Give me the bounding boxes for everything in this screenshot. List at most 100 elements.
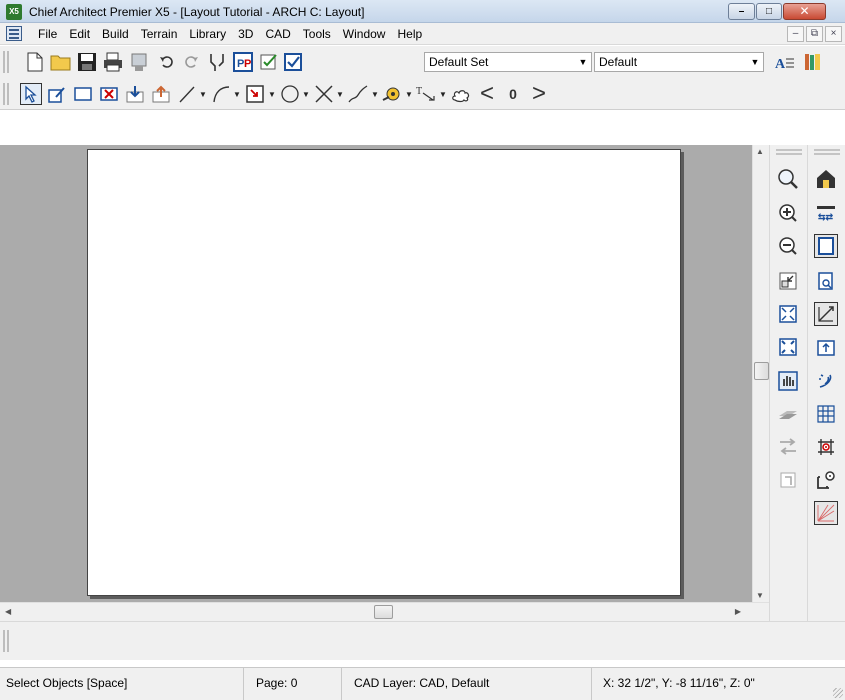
text-icon[interactable]: T — [415, 83, 437, 105]
swap-icon[interactable] — [776, 435, 800, 459]
layout-page[interactable] — [87, 149, 681, 596]
zoom-icon[interactable] — [776, 167, 800, 191]
menu-build[interactable]: Build — [96, 27, 135, 41]
new-icon[interactable] — [24, 51, 46, 73]
scroll-up-icon[interactable]: ▲ — [756, 147, 764, 156]
zoom-in-icon[interactable] — [776, 201, 800, 225]
vertical-scrollbar[interactable]: ▲ ▼ — [752, 145, 769, 602]
toolbar-grip[interactable] — [3, 630, 9, 652]
chevron-down-icon[interactable]: ▼ — [302, 90, 310, 99]
plan-check-icon[interactable] — [258, 51, 280, 73]
line-icon[interactable] — [176, 83, 198, 105]
save-icon[interactable] — [76, 51, 98, 73]
checkbox-icon[interactable] — [282, 51, 304, 73]
undo-icon[interactable] — [156, 51, 178, 73]
chevron-down-icon[interactable]: ▼ — [268, 90, 276, 99]
cad-box-icon[interactable] — [244, 83, 266, 105]
3d-view-icon[interactable] — [814, 167, 838, 191]
layer-icon[interactable] — [776, 402, 800, 426]
angle-snap-icon[interactable] — [814, 501, 838, 525]
zoom-out-icon[interactable] — [776, 234, 800, 258]
horizontal-scroll-thumb[interactable] — [374, 605, 393, 619]
library-icon[interactable] — [802, 51, 824, 73]
document-menu-icon[interactable] — [6, 26, 22, 41]
menu-3d[interactable]: 3D — [232, 27, 259, 41]
menu-edit[interactable]: Edit — [63, 27, 96, 41]
page-border-icon[interactable] — [814, 234, 838, 258]
open-folder-icon[interactable] — [50, 51, 72, 73]
spiral-icon[interactable] — [814, 369, 838, 393]
snap-icon[interactable] — [814, 435, 838, 459]
delete-icon[interactable] — [98, 83, 120, 105]
chevron-down-icon[interactable]: ▼ — [336, 90, 344, 99]
drawing-area[interactable] — [0, 145, 752, 602]
open-object-icon[interactable] — [72, 83, 94, 105]
fill-window-all-icon[interactable] — [776, 335, 800, 359]
print-icon[interactable] — [102, 51, 124, 73]
text-style-select[interactable]: Default ▼ — [594, 52, 764, 72]
angle-zero-button[interactable]: 0 — [502, 83, 524, 105]
tape-measure-icon[interactable] — [381, 83, 403, 105]
angle-left-button[interactable]: < — [476, 80, 498, 107]
chevron-down-icon: ▼ — [750, 57, 760, 67]
grid-icon[interactable] — [814, 402, 838, 426]
chevron-down-icon[interactable]: ▼ — [439, 90, 447, 99]
menu-bar: File Edit Build Terrain Library 3D CAD T… — [0, 23, 845, 45]
mode-toolbar: ⇆⇄ — [807, 145, 845, 621]
menu-file[interactable]: File — [32, 27, 63, 41]
doc-restore-button[interactable]: ⧉ — [806, 26, 823, 42]
arc-icon[interactable] — [210, 83, 232, 105]
preferences-icon[interactable] — [206, 51, 228, 73]
menu-cad[interactable]: CAD — [259, 27, 296, 41]
chevron-down-icon[interactable]: ▼ — [199, 90, 207, 99]
page-setup-icon[interactable] — [814, 269, 838, 293]
chevron-down-icon[interactable]: ▼ — [233, 90, 241, 99]
send-to-layout-icon[interactable] — [124, 83, 146, 105]
layer-display-icon[interactable]: PP — [232, 51, 254, 73]
dimension-icon[interactable] — [313, 83, 335, 105]
chevron-down-icon[interactable]: ▼ — [405, 90, 413, 99]
edit-icon[interactable] — [46, 83, 68, 105]
spline-icon[interactable] — [347, 83, 369, 105]
toolbar-grip[interactable] — [776, 149, 802, 155]
minimize-button[interactable]: – — [728, 3, 755, 20]
pan-icon[interactable] — [776, 369, 800, 393]
chevron-down-icon[interactable]: ▼ — [371, 90, 379, 99]
fill-window-icon[interactable] — [776, 302, 800, 326]
angle-right-button[interactable]: > — [528, 80, 550, 107]
toolbar-grip[interactable] — [3, 51, 9, 73]
layer-set-select[interactable]: Default Set ▼ — [424, 52, 592, 72]
toolbar-grip[interactable] — [814, 149, 840, 155]
scroll-down-icon[interactable]: ▼ — [756, 591, 764, 600]
app-icon: X5 — [6, 4, 22, 20]
menu-terrain[interactable]: Terrain — [135, 27, 184, 41]
select-objects-icon[interactable] — [20, 83, 42, 105]
close-button[interactable]: ✕ — [783, 3, 826, 20]
resize-grip[interactable] — [833, 688, 843, 698]
vertical-scroll-thumb[interactable] — [754, 362, 769, 380]
maximize-button[interactable]: □ — [756, 3, 782, 20]
layout-box-icon[interactable] — [150, 83, 172, 105]
rotate-icon[interactable] — [776, 468, 800, 492]
text-style-icon[interactable]: A — [774, 51, 796, 73]
menu-library[interactable]: Library — [183, 27, 232, 41]
scroll-left-icon[interactable]: ◀ — [5, 607, 11, 616]
menu-window[interactable]: Window — [337, 27, 392, 41]
redo-icon[interactable] — [180, 51, 202, 73]
doc-minimize-button[interactable]: – — [787, 26, 804, 42]
toolbar-grip[interactable] — [3, 83, 9, 105]
revision-cloud-icon[interactable] — [450, 83, 472, 105]
circle-icon[interactable] — [279, 83, 301, 105]
svg-text:P: P — [244, 58, 251, 70]
object-snap-icon[interactable] — [814, 468, 838, 492]
export-icon[interactable] — [814, 335, 838, 359]
undo-zoom-icon[interactable] — [776, 269, 800, 293]
print-preview-icon[interactable] — [128, 51, 150, 73]
doc-close-button[interactable]: × — [825, 26, 842, 42]
menu-tools[interactable]: Tools — [297, 27, 337, 41]
scroll-right-icon[interactable]: ▶ — [735, 607, 741, 616]
horizontal-scrollbar[interactable]: ◀ ▶ — [0, 602, 769, 621]
dimension-line-icon[interactable] — [814, 302, 838, 326]
reference-icon[interactable]: ⇆⇄ — [814, 201, 838, 225]
menu-help[interactable]: Help — [391, 27, 428, 41]
